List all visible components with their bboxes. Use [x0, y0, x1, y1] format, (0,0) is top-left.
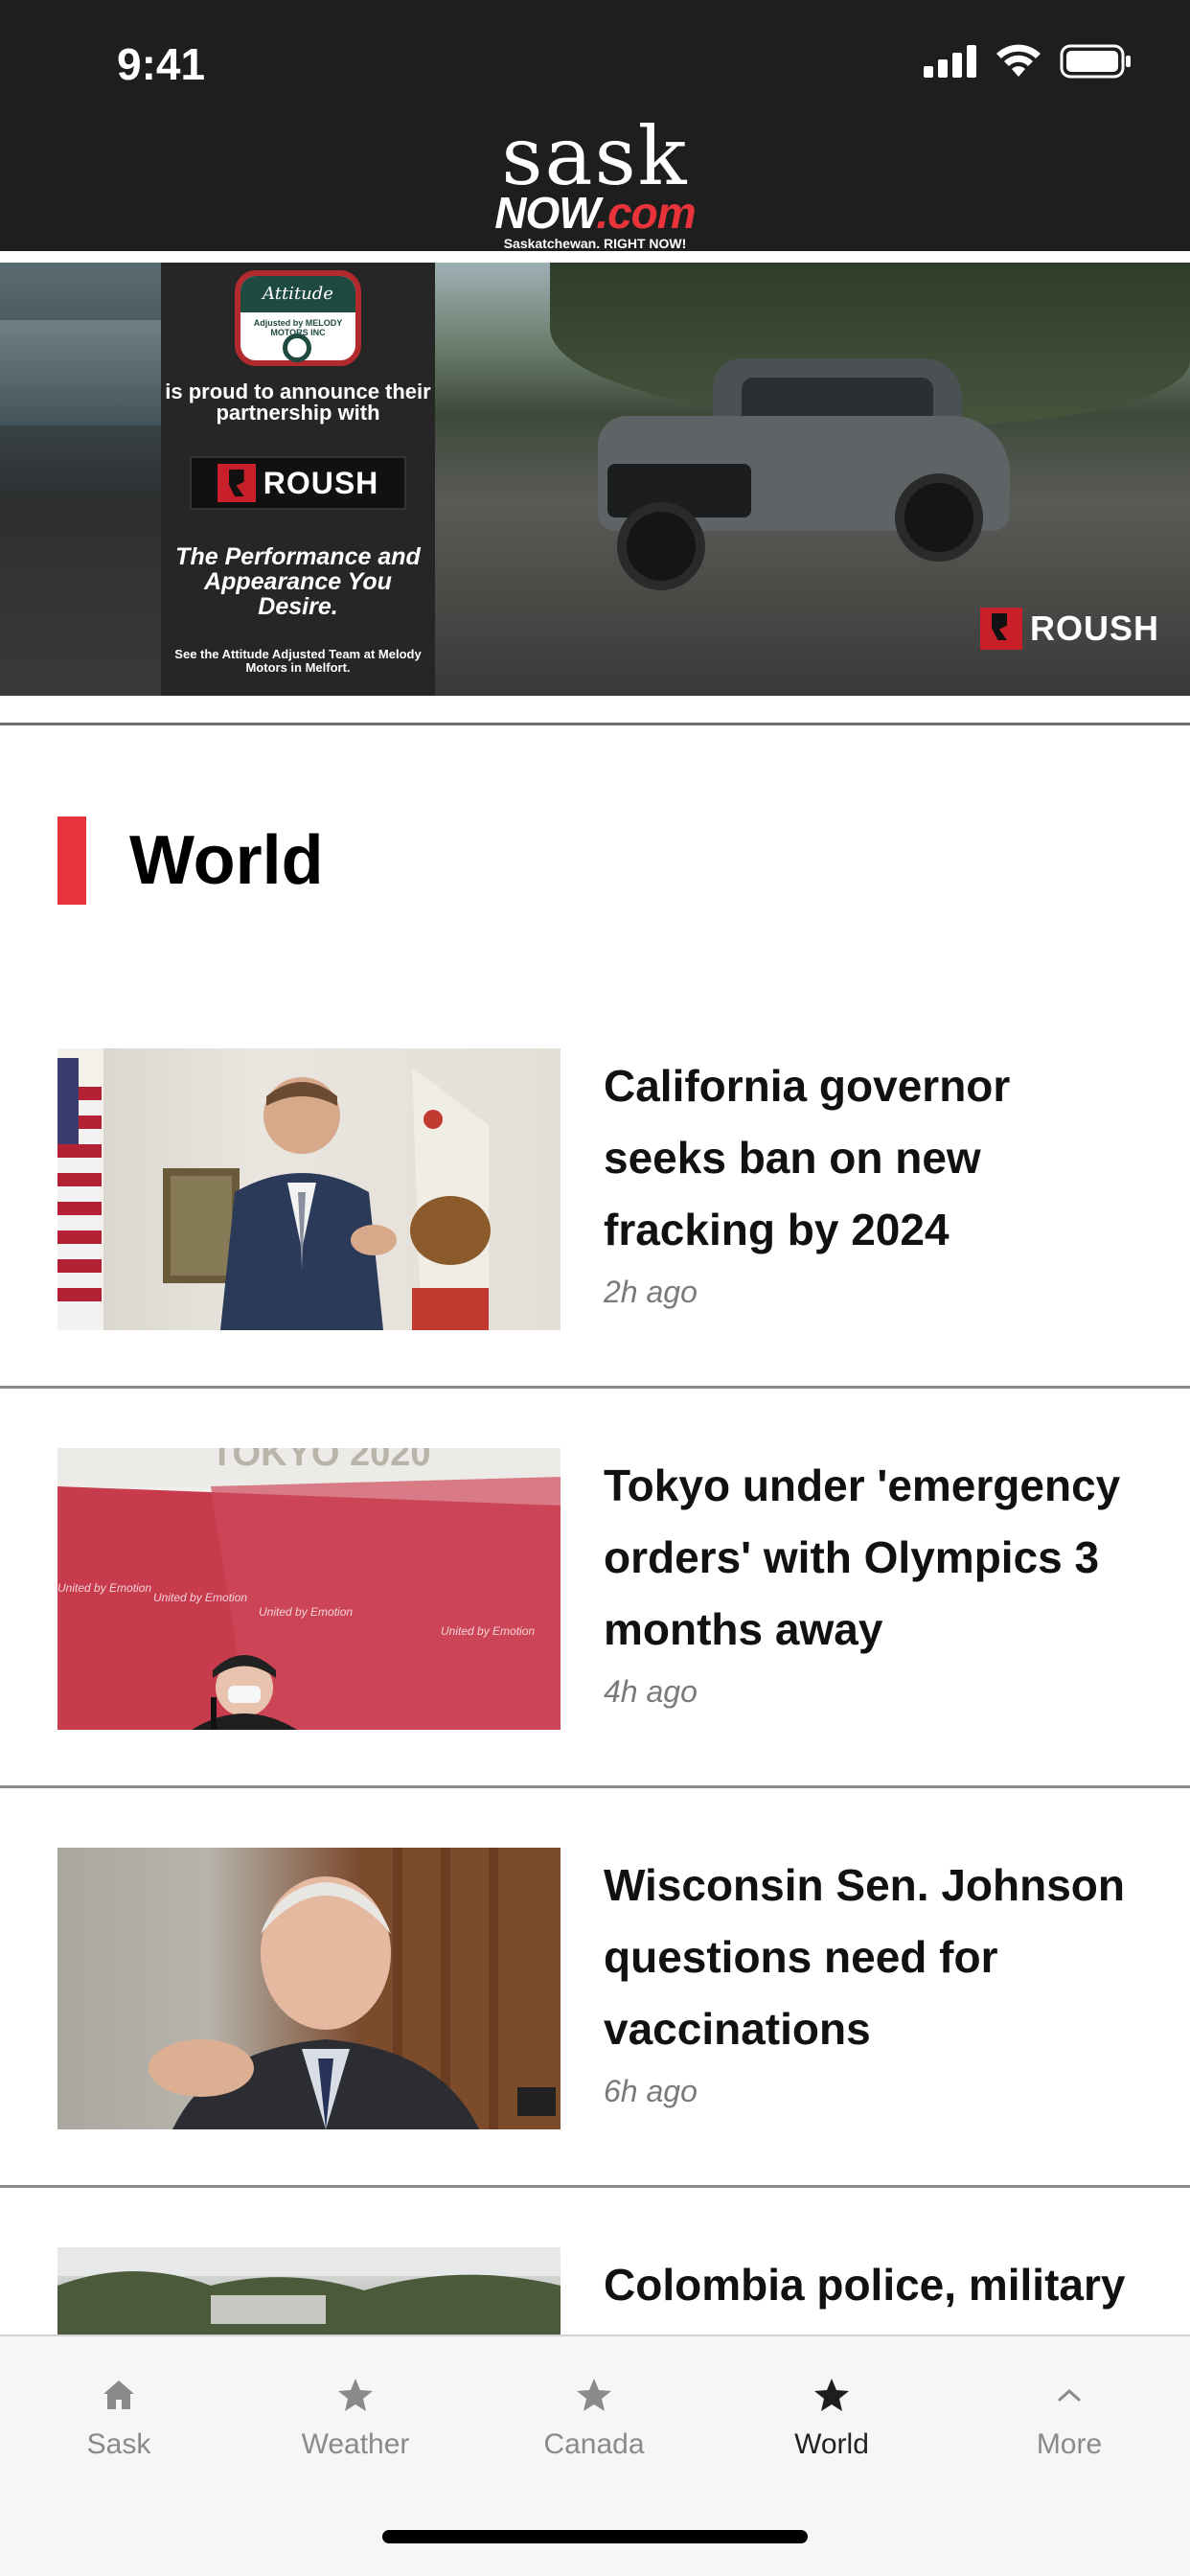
- home-indicator[interactable]: [382, 2530, 808, 2543]
- ad-truck-photo: ROUSH: [435, 263, 1190, 696]
- logo-mid: NOW.com: [0, 190, 1190, 236]
- star-icon: [736, 2371, 927, 2419]
- article-item[interactable]: Colombia police, military: [0, 2247, 1190, 2334]
- logo-top: sask: [501, 109, 689, 203]
- svg-text:United by Emotion: United by Emotion: [57, 1581, 151, 1595]
- status-time: 9:41: [117, 39, 206, 89]
- ad-footer: See the Attitude Adjusted Team at Melody…: [174, 647, 422, 675]
- battery-icon: [1060, 44, 1131, 79]
- article-item[interactable]: Wisconsin Sen. Johnson questions need fo…: [0, 1848, 1190, 2189]
- star-icon: [498, 2371, 690, 2419]
- governor-photo: [57, 1048, 491, 1330]
- attitude-badge-logo: Attitude Adjusted by MELODY MOTORS INC: [235, 270, 361, 366]
- article-title[interactable]: California governor seeks ban on new fra…: [604, 1050, 1140, 1266]
- truck-image: [579, 358, 1029, 598]
- article-title[interactable]: Colombia police, military: [604, 2249, 1140, 2321]
- article-thumbnail[interactable]: [57, 1848, 561, 2129]
- tab-label: Canada: [543, 2428, 645, 2460]
- tab-canada[interactable]: Canada: [498, 2371, 690, 2461]
- article-time: 2h ago: [604, 1275, 698, 1309]
- article-title[interactable]: Wisconsin Sen. Johnson questions need fo…: [604, 1850, 1140, 2065]
- article-time: 6h ago: [604, 2074, 698, 2108]
- article-divider: [0, 1386, 1190, 1389]
- tab-more[interactable]: More: [973, 2371, 1165, 2461]
- status-icons: [924, 44, 1133, 79]
- section-divider: [0, 723, 1190, 725]
- article-divider: [0, 2185, 1190, 2188]
- tab-label: World: [794, 2428, 869, 2460]
- ad-tagline: The Performance and Appearance You Desir…: [175, 543, 421, 620]
- tab-label: More: [1036, 2428, 1103, 2460]
- colombia-photo: [57, 2247, 561, 2334]
- truck-wheel-rear: [895, 473, 983, 562]
- article-divider: [0, 1785, 1190, 1788]
- article-title[interactable]: Tokyo under 'emergency orders' with Olym…: [604, 1450, 1140, 1666]
- ad-announce: is proud to announce their partnership w…: [165, 380, 431, 425]
- section-accent-bar: [57, 816, 86, 905]
- chevron-up-icon: [973, 2371, 1165, 2419]
- tab-sask[interactable]: Sask: [23, 2371, 215, 2461]
- roush-logo: ROUSH: [190, 456, 406, 510]
- tab-world[interactable]: World: [736, 2371, 927, 2461]
- svg-text:United by Emotion: United by Emotion: [153, 1591, 247, 1604]
- svg-text:United by Emotion: United by Emotion: [441, 1624, 535, 1638]
- article-item[interactable]: TOKYO 2020 United by Emotion United by E…: [0, 1448, 1190, 1789]
- article-thumbnail[interactable]: [57, 2247, 561, 2334]
- article-time: 4h ago: [604, 1674, 698, 1709]
- svg-text:TOKYO 2020: TOKYO 2020: [211, 1448, 431, 1474]
- tab-weather[interactable]: Weather: [260, 2371, 451, 2461]
- ad-text-panel: Attitude Adjusted by MELODY MOTORS INC i…: [161, 263, 435, 696]
- article-item[interactable]: California governor seeks ban on new fra…: [0, 1048, 1190, 1390]
- truck-wheel-front: [617, 502, 705, 590]
- roush-brand: ROUSH: [263, 465, 379, 500]
- logo-tagline: Saskatchewan. RIGHT NOW!: [503, 236, 687, 251]
- roush-r-icon: [979, 608, 1022, 650]
- app-header: 9:41 sask NOW.com Saskatchewan. RIGHT NO…: [0, 0, 1190, 255]
- badge-title: Attitude: [240, 276, 355, 312]
- cellular-signal-icon: [924, 45, 976, 78]
- section-title: World: [129, 822, 324, 899]
- tab-label: Weather: [301, 2428, 410, 2460]
- article-thumbnail[interactable]: [57, 1048, 561, 1330]
- tab-label: Sask: [86, 2428, 151, 2460]
- ad-lake-scene: [0, 320, 163, 426]
- roush-corner-logo: ROUSH: [979, 608, 1159, 650]
- svg-text:United by Emotion: United by Emotion: [259, 1605, 353, 1619]
- header-divider: [0, 251, 1190, 255]
- gear-icon: [283, 334, 311, 362]
- roush-brand: ROUSH: [1029, 609, 1159, 648]
- logo-com: .com: [596, 188, 696, 238]
- tokyo-press-photo: TOKYO 2020 United by Emotion United by E…: [57, 1448, 561, 1730]
- roush-r-icon: [217, 464, 256, 502]
- article-thumbnail[interactable]: TOKYO 2020 United by Emotion United by E…: [57, 1448, 561, 1730]
- senator-photo: [149, 1848, 561, 2129]
- home-icon: [23, 2371, 215, 2419]
- star-icon: [260, 2371, 451, 2419]
- logo-now: NOW: [494, 188, 597, 238]
- wifi-icon: [996, 44, 1041, 77]
- ad-banner[interactable]: Attitude Adjusted by MELODY MOTORS INC i…: [0, 263, 1190, 696]
- sasknow-logo[interactable]: sask NOW.com Saskatchewan. RIGHT NOW!: [0, 109, 1190, 251]
